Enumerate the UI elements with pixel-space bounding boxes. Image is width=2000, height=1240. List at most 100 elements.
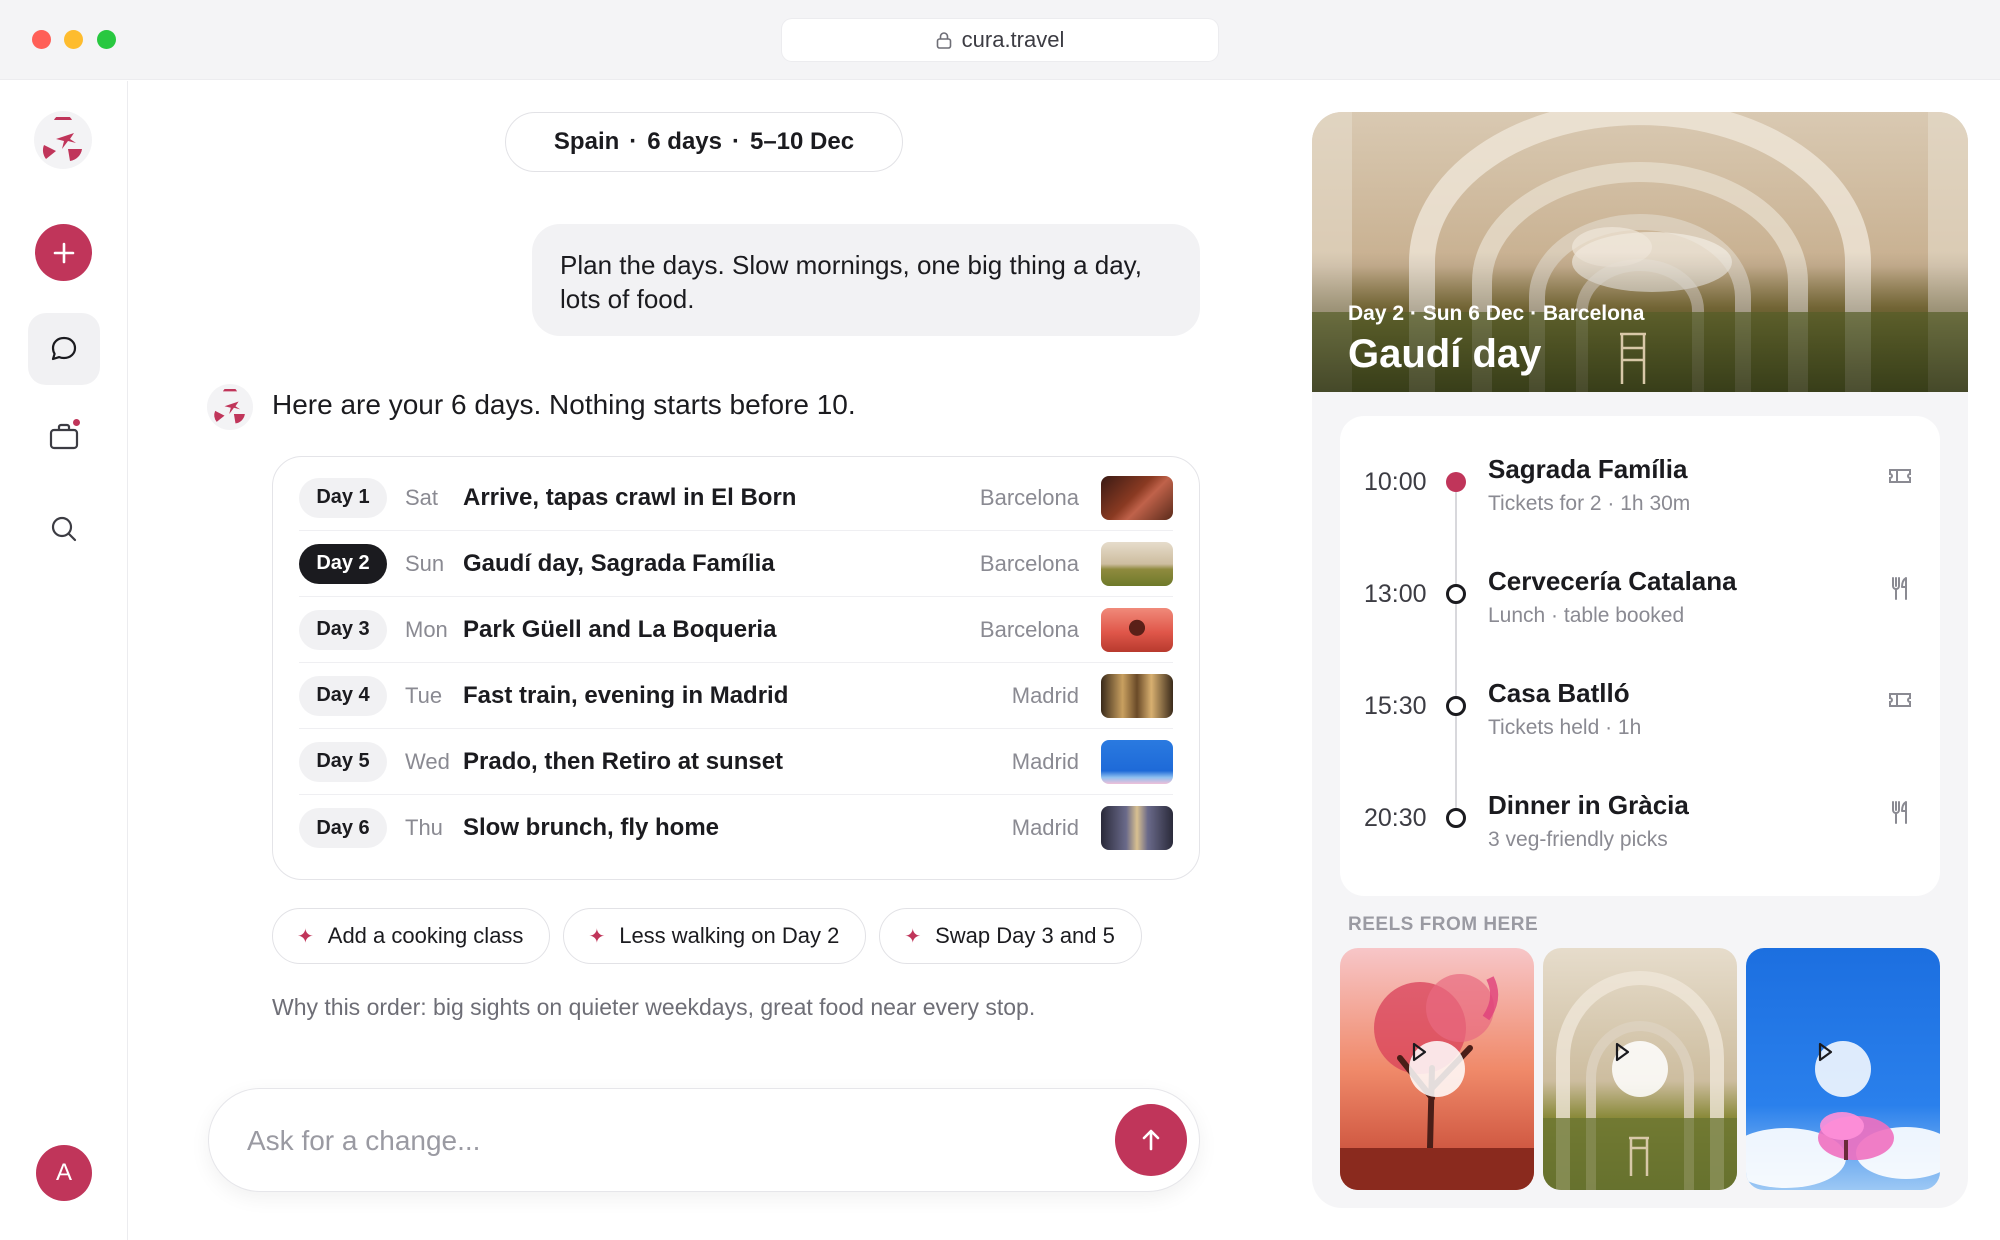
day-title: Fast train, evening in Madrid xyxy=(463,681,789,709)
lock-icon xyxy=(936,32,951,49)
schedule-name: Sagrada Família xyxy=(1488,454,1688,484)
trip-duration: 6 days xyxy=(647,128,722,155)
reel-card[interactable] xyxy=(1746,948,1940,1190)
schedule-time: 13:00 xyxy=(1364,580,1427,608)
day-row[interactable]: Day 2 Sun Gaudí day, Sagrada Família Bar… xyxy=(299,531,1173,597)
schedule-detail: 3 veg-friendly picks xyxy=(1488,828,1668,851)
schedule-item[interactable]: 13:00 Cervecería Catalana Lunch · table … xyxy=(1340,566,1940,646)
assistant-message: Here are your 6 days. Nothing starts bef… xyxy=(272,389,856,420)
chat-nav-button[interactable] xyxy=(28,313,100,385)
itinerary-days-card: Day 1 Sat Arrive, tapas crawl in El Born… xyxy=(272,456,1200,880)
schedule-time: 10:00 xyxy=(1364,468,1427,496)
day-row[interactable]: Day 6 Thu Slow brunch, fly home Madrid xyxy=(299,795,1173,861)
message-composer xyxy=(208,1088,1200,1192)
day-row[interactable]: Day 4 Tue Fast train, evening in Madrid … xyxy=(299,663,1173,729)
window-titlebar: cura.travel xyxy=(0,0,2000,80)
user-message: Plan the days. Slow mornings, one big th… xyxy=(532,224,1200,336)
sidebar: A xyxy=(0,81,128,1240)
app-logo[interactable] xyxy=(34,111,92,169)
suggestion-label: Swap Day 3 and 5 xyxy=(935,923,1115,948)
search-icon xyxy=(51,516,77,542)
close-window-button[interactable] xyxy=(32,30,51,49)
minimize-window-button[interactable] xyxy=(64,30,83,49)
fork-knife-icon[interactable] xyxy=(1886,574,1914,602)
day-title: Park Güell and La Boqueria xyxy=(463,615,777,643)
fork-knife-icon[interactable] xyxy=(1886,798,1914,826)
separator: · xyxy=(629,128,638,155)
logo-icon xyxy=(214,389,245,424)
trip-summary-pill[interactable]: Spain · 6 days · 5–10 Dec xyxy=(505,112,903,172)
sparkle-icon: ✦ xyxy=(904,925,922,948)
reels-section-label: REELS FROM HERE xyxy=(1348,914,1539,935)
day-badge: Day 5 xyxy=(299,741,387,782)
hero-title: Gaudí day xyxy=(1348,332,1542,376)
new-trip-button[interactable] xyxy=(35,224,92,281)
timeline-dot-current xyxy=(1446,472,1466,492)
play-icon xyxy=(1818,1042,1833,1062)
suggestion-chip[interactable]: ✦ Less walking on Day 2 xyxy=(563,908,867,964)
schedule-time: 15:30 xyxy=(1364,692,1427,720)
day-weekday: Wed xyxy=(405,748,450,774)
day-city: Madrid xyxy=(1011,815,1079,840)
play-button[interactable] xyxy=(1612,1041,1668,1097)
day-badge: Day 4 xyxy=(299,675,387,716)
day-thumbnail xyxy=(1101,739,1173,784)
message-input[interactable] xyxy=(247,1117,1047,1165)
day-row[interactable]: Day 1 Sat Arrive, tapas crawl in El Born… xyxy=(299,465,1173,531)
day-city: Madrid xyxy=(1011,682,1079,708)
order-explanation: Why this order: big sights on quieter we… xyxy=(272,994,1036,1020)
reel-card[interactable] xyxy=(1543,948,1737,1190)
play-button[interactable] xyxy=(1815,1041,1871,1097)
day-title: Gaudí day, Sagrada Família xyxy=(463,549,775,577)
day-thumbnail xyxy=(1101,541,1173,586)
timeline-dot xyxy=(1446,584,1466,604)
day-detail-panel: Day 2 · Sun 6 Dec · Barcelona Gaudí day … xyxy=(1312,112,1968,1208)
day-badge: Day 3 xyxy=(299,609,387,650)
schedule-time: 20:30 xyxy=(1364,804,1427,832)
maximize-window-button[interactable] xyxy=(97,30,116,49)
day-badge: Day 6 xyxy=(299,808,387,848)
suggestion-chip[interactable]: ✦ Add a cooking class xyxy=(272,908,551,964)
ticket-icon[interactable] xyxy=(1886,686,1914,714)
schedule-item[interactable]: 10:00 Sagrada Família Tickets for 2 · 1h… xyxy=(1340,454,1940,534)
suggestion-chip[interactable]: ✦ Swap Day 3 and 5 xyxy=(879,908,1142,964)
schedule-detail: Lunch · table booked xyxy=(1488,604,1685,627)
send-button[interactable] xyxy=(1115,1104,1187,1176)
search-nav-button[interactable] xyxy=(28,493,100,565)
schedule-name: Cervecería Catalana xyxy=(1488,566,1737,596)
day-row[interactable]: Day 3 Mon Park Güell and La Boqueria Bar… xyxy=(299,597,1173,663)
schedule-card: 10:00 Sagrada Família Tickets for 2 · 1h… xyxy=(1340,416,1940,896)
day-badge: Day 2 xyxy=(299,543,387,584)
trips-nav-button[interactable] xyxy=(28,400,100,472)
day-city: Barcelona xyxy=(979,484,1079,510)
plus-icon xyxy=(53,242,74,263)
timeline-dot xyxy=(1446,696,1466,716)
day-city: Madrid xyxy=(1011,748,1079,774)
timeline-dot xyxy=(1446,808,1466,828)
day-title: Prado, then Retiro at sunset xyxy=(463,747,784,775)
day-thumbnail xyxy=(1101,673,1173,718)
play-button[interactable] xyxy=(1409,1041,1465,1097)
schedule-item[interactable]: 20:30 Dinner in Gràcia 3 veg-friendly pi… xyxy=(1340,790,1940,870)
trip-dates: 5–10 Dec xyxy=(749,128,855,155)
schedule-item[interactable]: 15:30 Casa Batlló Tickets held · 1h xyxy=(1340,678,1940,758)
reel-card[interactable] xyxy=(1340,948,1534,1190)
assistant-avatar xyxy=(207,384,253,430)
notification-dot xyxy=(71,417,82,428)
separator: · xyxy=(731,128,740,155)
play-icon xyxy=(1412,1042,1427,1062)
ticket-icon[interactable] xyxy=(1886,462,1914,490)
day-title: Slow brunch, fly home xyxy=(463,814,720,841)
sparkle-icon: ✦ xyxy=(297,925,314,948)
day-row[interactable]: Day 5 Wed Prado, then Retiro at sunset M… xyxy=(299,729,1173,795)
day-title: Arrive, tapas crawl in El Born xyxy=(463,483,797,511)
day-city: Barcelona xyxy=(979,550,1079,576)
address-bar[interactable]: cura.travel xyxy=(782,19,1218,61)
day-city: Barcelona xyxy=(979,616,1079,642)
sparkle-icon: ✦ xyxy=(588,925,606,948)
day-weekday: Sat xyxy=(405,484,439,510)
schedule-name: Casa Batlló xyxy=(1488,678,1630,708)
suggestion-label: Less walking on Day 2 xyxy=(619,923,840,948)
user-avatar[interactable]: A xyxy=(36,1145,92,1201)
hero-subtitle: Day 2 · Sun 6 Dec · Barcelona xyxy=(1348,302,1645,325)
